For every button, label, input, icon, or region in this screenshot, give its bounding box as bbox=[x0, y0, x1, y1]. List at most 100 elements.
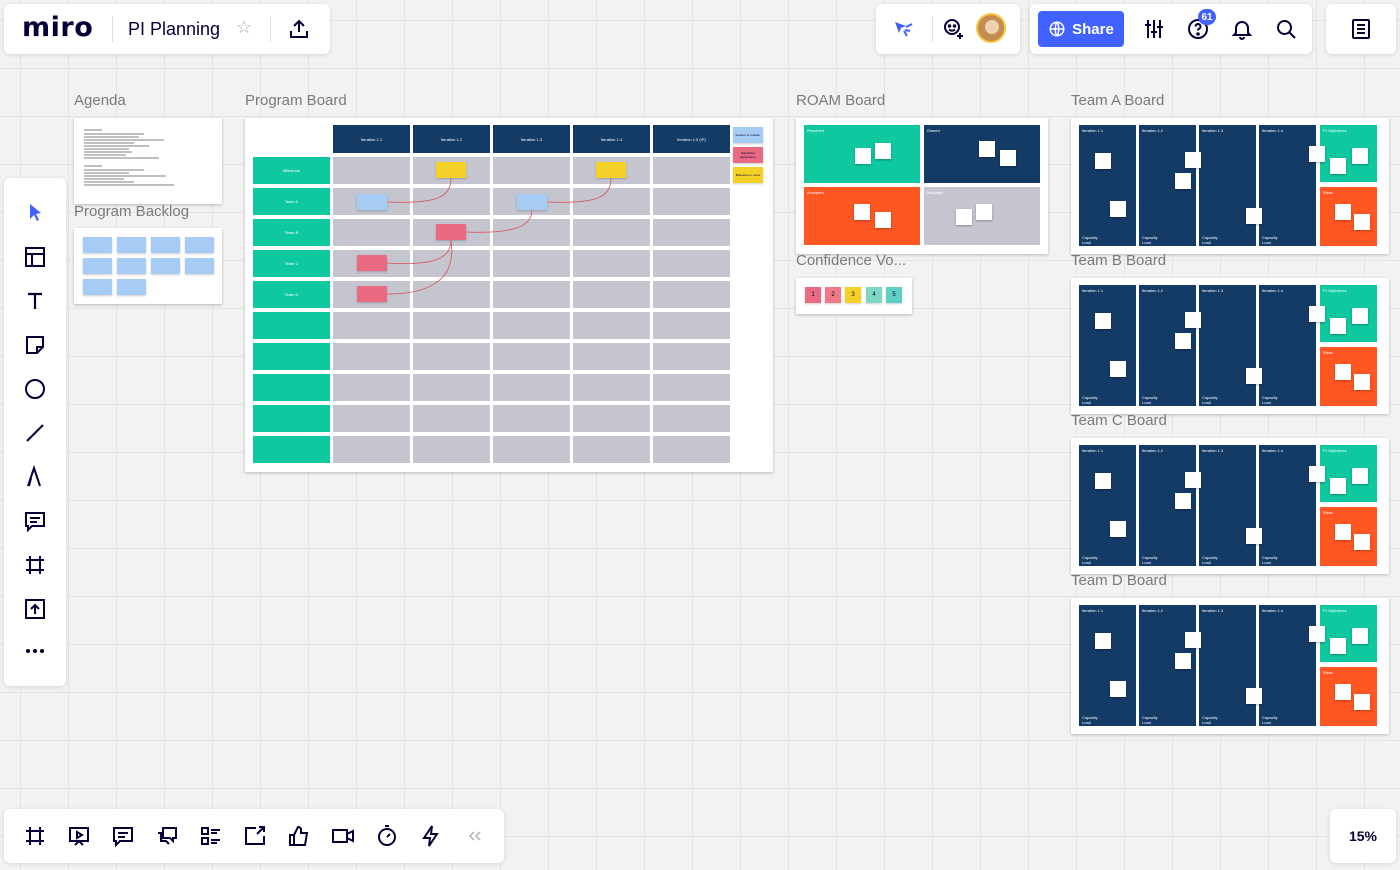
board-cell[interactable] bbox=[653, 281, 730, 308]
program-board-frame[interactable]: Iteration 1.1 Iteration 1.2 Iteration 1.3 I… bbox=[245, 118, 773, 472]
share-button[interactable]: Share bbox=[1038, 11, 1124, 47]
sticky-note-icon[interactable] bbox=[17, 327, 53, 363]
timer-icon[interactable] bbox=[369, 818, 405, 854]
more-icon[interactable] bbox=[17, 633, 53, 669]
feature-sticky[interactable] bbox=[596, 162, 626, 178]
board-cell[interactable] bbox=[333, 405, 410, 432]
risk-note[interactable] bbox=[875, 143, 891, 159]
shape-icon[interactable] bbox=[17, 371, 53, 407]
program-backlog-frame[interactable] bbox=[74, 228, 222, 304]
work-item-note[interactable] bbox=[1185, 152, 1201, 168]
work-item-note[interactable] bbox=[1246, 528, 1262, 544]
board-cell[interactable] bbox=[493, 157, 570, 184]
work-item-note[interactable] bbox=[1175, 173, 1191, 189]
board-cell[interactable] bbox=[493, 374, 570, 401]
board-cell[interactable] bbox=[413, 436, 490, 463]
board-cell[interactable] bbox=[573, 374, 650, 401]
team-b-board-frame[interactable]: Iteration 1.1 Capacity Load Iteration 1.2 Ca… bbox=[1071, 278, 1389, 414]
work-item-note[interactable] bbox=[1352, 628, 1368, 644]
board-cell[interactable] bbox=[413, 250, 490, 277]
confidence-sticky-5[interactable]: 5 bbox=[886, 287, 902, 303]
miro-logo[interactable]: miro bbox=[22, 12, 93, 43]
board-cell[interactable] bbox=[333, 436, 410, 463]
board-cell[interactable] bbox=[413, 312, 490, 339]
backlog-sticky[interactable] bbox=[151, 237, 180, 253]
board-list-icon[interactable] bbox=[1343, 11, 1379, 47]
board-cell[interactable] bbox=[493, 405, 570, 432]
legend-sticky[interactable]: Significant dependency bbox=[733, 147, 763, 163]
add-collaborator-icon[interactable] bbox=[936, 11, 972, 47]
voting-icon[interactable] bbox=[281, 818, 317, 854]
export-icon[interactable] bbox=[281, 11, 317, 47]
work-item-note[interactable] bbox=[1330, 158, 1346, 174]
work-item-note[interactable] bbox=[1246, 368, 1262, 384]
work-item-note[interactable] bbox=[1330, 318, 1346, 334]
work-item-note[interactable] bbox=[1309, 466, 1325, 482]
board-cell[interactable] bbox=[413, 405, 490, 432]
frame-label-team-d[interactable]: Team D Board bbox=[1071, 572, 1167, 589]
board-cell[interactable] bbox=[333, 312, 410, 339]
board-cell[interactable] bbox=[653, 374, 730, 401]
reactions-icon[interactable] bbox=[886, 11, 922, 47]
board-cell[interactable] bbox=[493, 312, 570, 339]
backlog-sticky[interactable] bbox=[83, 237, 112, 253]
board-cell[interactable] bbox=[493, 250, 570, 277]
work-item-note[interactable] bbox=[1330, 638, 1346, 654]
risk-note[interactable] bbox=[854, 204, 870, 220]
frame-label-team-c[interactable]: Team C Board bbox=[1071, 412, 1167, 429]
work-item-note[interactable] bbox=[1352, 308, 1368, 324]
work-item-note[interactable] bbox=[1246, 208, 1262, 224]
board-cell[interactable] bbox=[413, 281, 490, 308]
board-cell[interactable] bbox=[413, 188, 490, 215]
frame-label-program-board[interactable]: Program Board bbox=[245, 92, 347, 109]
feature-sticky[interactable] bbox=[436, 162, 466, 178]
risk-note[interactable] bbox=[976, 204, 992, 220]
frame-icon[interactable] bbox=[17, 547, 53, 583]
chat-icon[interactable] bbox=[149, 818, 185, 854]
work-item-note[interactable] bbox=[1354, 374, 1370, 390]
confidence-sticky-2[interactable]: 2 bbox=[825, 287, 841, 303]
board-cell[interactable] bbox=[653, 219, 730, 246]
work-item-note[interactable] bbox=[1354, 534, 1370, 550]
pen-icon[interactable] bbox=[17, 459, 53, 495]
user-avatar[interactable] bbox=[976, 13, 1006, 43]
team-a-board-frame[interactable]: Iteration 1.1 Capacity Load Iteration 1.2 Ca… bbox=[1071, 118, 1389, 254]
roam-board-frame[interactable]: Resolved Owned Accepted Mitigated bbox=[796, 118, 1048, 254]
work-item-note[interactable] bbox=[1110, 361, 1126, 377]
video-icon[interactable] bbox=[325, 818, 361, 854]
search-icon[interactable] bbox=[1268, 11, 1304, 47]
board-cell[interactable] bbox=[573, 281, 650, 308]
work-item-note[interactable] bbox=[1110, 521, 1126, 537]
backlog-sticky[interactable] bbox=[151, 258, 180, 274]
team-c-board-frame[interactable]: Iteration 1.1 Capacity Load Iteration 1.2 Ca… bbox=[1071, 438, 1389, 574]
board-cell[interactable] bbox=[653, 405, 730, 432]
feature-sticky[interactable] bbox=[357, 255, 387, 271]
risk-note[interactable] bbox=[1000, 150, 1016, 166]
frame-label-team-b[interactable]: Team B Board bbox=[1071, 252, 1166, 269]
board-cell[interactable] bbox=[653, 250, 730, 277]
frames-icon[interactable] bbox=[17, 818, 53, 854]
board-cell[interactable] bbox=[493, 281, 570, 308]
board-cell[interactable] bbox=[573, 343, 650, 370]
select-icon[interactable] bbox=[17, 195, 53, 231]
board-cell[interactable] bbox=[493, 219, 570, 246]
backlog-sticky[interactable] bbox=[185, 237, 214, 253]
presentation-icon[interactable] bbox=[61, 818, 97, 854]
work-item-note[interactable] bbox=[1335, 204, 1351, 220]
legend-sticky[interactable]: Feature or enabler bbox=[733, 127, 763, 143]
work-item-note[interactable] bbox=[1110, 681, 1126, 697]
work-item-note[interactable] bbox=[1246, 688, 1262, 704]
work-item-note[interactable] bbox=[1175, 653, 1191, 669]
board-cell[interactable] bbox=[413, 374, 490, 401]
agenda-frame[interactable] bbox=[74, 118, 222, 204]
board-cell[interactable] bbox=[493, 343, 570, 370]
work-item-note[interactable] bbox=[1335, 364, 1351, 380]
board-cell[interactable] bbox=[333, 374, 410, 401]
backlog-sticky[interactable] bbox=[117, 237, 146, 253]
work-item-note[interactable] bbox=[1095, 153, 1111, 169]
text-icon[interactable] bbox=[17, 283, 53, 319]
work-item-note[interactable] bbox=[1354, 214, 1370, 230]
work-item-note[interactable] bbox=[1354, 694, 1370, 710]
templates-icon[interactable] bbox=[17, 239, 53, 275]
star-icon[interactable]: ☆ bbox=[236, 17, 252, 38]
